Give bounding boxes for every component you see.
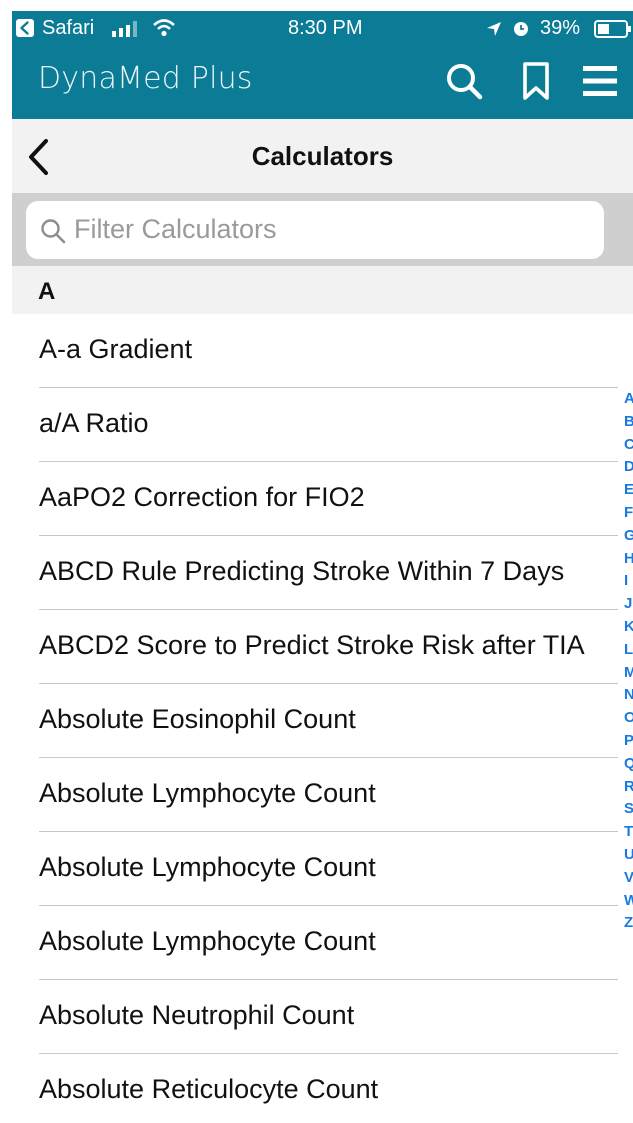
search-bar-container: Filter Calculators [12,193,633,266]
signal-icon [112,20,142,43]
index-letter[interactable]: J [624,593,633,616]
list-item-label: ABCD2 Score to Predict Stroke Risk after… [39,630,585,660]
index-letter[interactable]: U [624,844,633,867]
index-letter[interactable]: B [624,411,633,434]
index-letter[interactable]: O [624,707,633,730]
clock-time: 8:30 PM [288,17,363,39]
list-item-label: AaPO2 Correction for FIO2 [39,482,365,512]
section-letter: A [38,278,56,305]
list-item[interactable]: Absolute Neutrophil Count [12,980,618,1054]
list-item[interactable]: ABCD Rule Predicting Stroke Within 7 Day… [12,536,618,610]
index-letter[interactable]: M [624,662,633,685]
index-letter[interactable]: A [624,388,633,411]
index-letter[interactable]: S [624,798,633,821]
index-letter[interactable]: F [624,502,633,525]
battery-icon [594,20,632,44]
magnifier-icon [40,218,66,244]
list-item-label: ABCD Rule Predicting Stroke Within 7 Day… [39,556,565,586]
location-icon [486,20,502,43]
index-letter[interactable]: K [624,616,633,639]
list-item[interactable]: Absolute Lymphocyte Count [12,758,618,832]
app-frame: Safari 8:30 PM 39% DynaMed Plus Calculat… [12,11,633,1123]
battery-percent: 39% [540,17,581,39]
list-item-label: Absolute Reticulocyte Count [39,1074,379,1104]
filter-placeholder: Filter Calculators [74,214,277,244]
app-header: Safari 8:30 PM 39% DynaMed Plus [12,11,633,119]
list-item-label: Absolute Neutrophil Count [39,1000,355,1030]
section-header-a: A [12,266,633,314]
list-item[interactable]: AaPO2 Correction for FIO2 [12,462,618,536]
list-item-label: A-a Gradient [39,334,193,364]
index-letter[interactable]: Q [624,753,633,776]
index-letter[interactable]: V [624,867,633,890]
status-bar: Safari 8:30 PM 39% [12,11,633,47]
index-letter[interactable]: Z [624,912,633,935]
index-letter[interactable]: G [624,525,633,548]
list-item[interactable]: Absolute Lymphocyte Count [12,906,618,980]
index-letter[interactable]: N [624,684,633,707]
page-title: Calculators [251,141,394,171]
list-item-label: a/A Ratio [39,408,149,438]
list-item[interactable]: Absolute Reticulocyte Count [12,1054,618,1123]
bookmark-icon[interactable] [516,61,556,101]
menu-icon[interactable] [580,61,620,101]
wifi-icon [152,19,176,43]
index-letter[interactable]: E [624,479,633,502]
index-letter[interactable]: I [624,570,633,593]
index-letter[interactable]: W [624,890,633,913]
list-item[interactable]: A-a Gradient [12,314,618,388]
alarm-icon [512,19,530,43]
list-item[interactable]: a/A Ratio [12,388,618,462]
index-letter[interactable]: D [624,456,633,479]
list-item[interactable]: ABCD2 Score to Predict Stroke Risk after… [12,610,618,684]
list-item-label: Absolute Eosinophil Count [39,704,356,734]
alphabet-index[interactable]: A B C D E F G H I J K L M N O P Q R S T … [624,388,633,935]
index-letter[interactable]: C [624,434,633,457]
list-item[interactable]: Absolute Lymphocyte Count [12,832,618,906]
carrier-label[interactable]: Safari [42,17,94,40]
filter-input[interactable]: Filter Calculators [26,201,604,259]
back-to-app-icon[interactable] [16,19,34,37]
brand-logo: DynaMed Plus [38,61,253,96]
list-item[interactable]: Absolute Eosinophil Count [12,684,618,758]
nav-bar: Calculators [12,119,633,193]
index-letter[interactable]: H [624,548,633,571]
index-letter[interactable]: L [624,639,633,662]
list-item-label: Absolute Lymphocyte Count [39,926,376,956]
list-item-label: Absolute Lymphocyte Count [39,852,376,882]
index-letter[interactable]: R [624,776,633,799]
index-letter[interactable]: P [624,730,633,753]
index-letter[interactable]: T [624,821,633,844]
list-item-label: Absolute Lymphocyte Count [39,778,376,808]
search-icon[interactable] [444,61,484,101]
